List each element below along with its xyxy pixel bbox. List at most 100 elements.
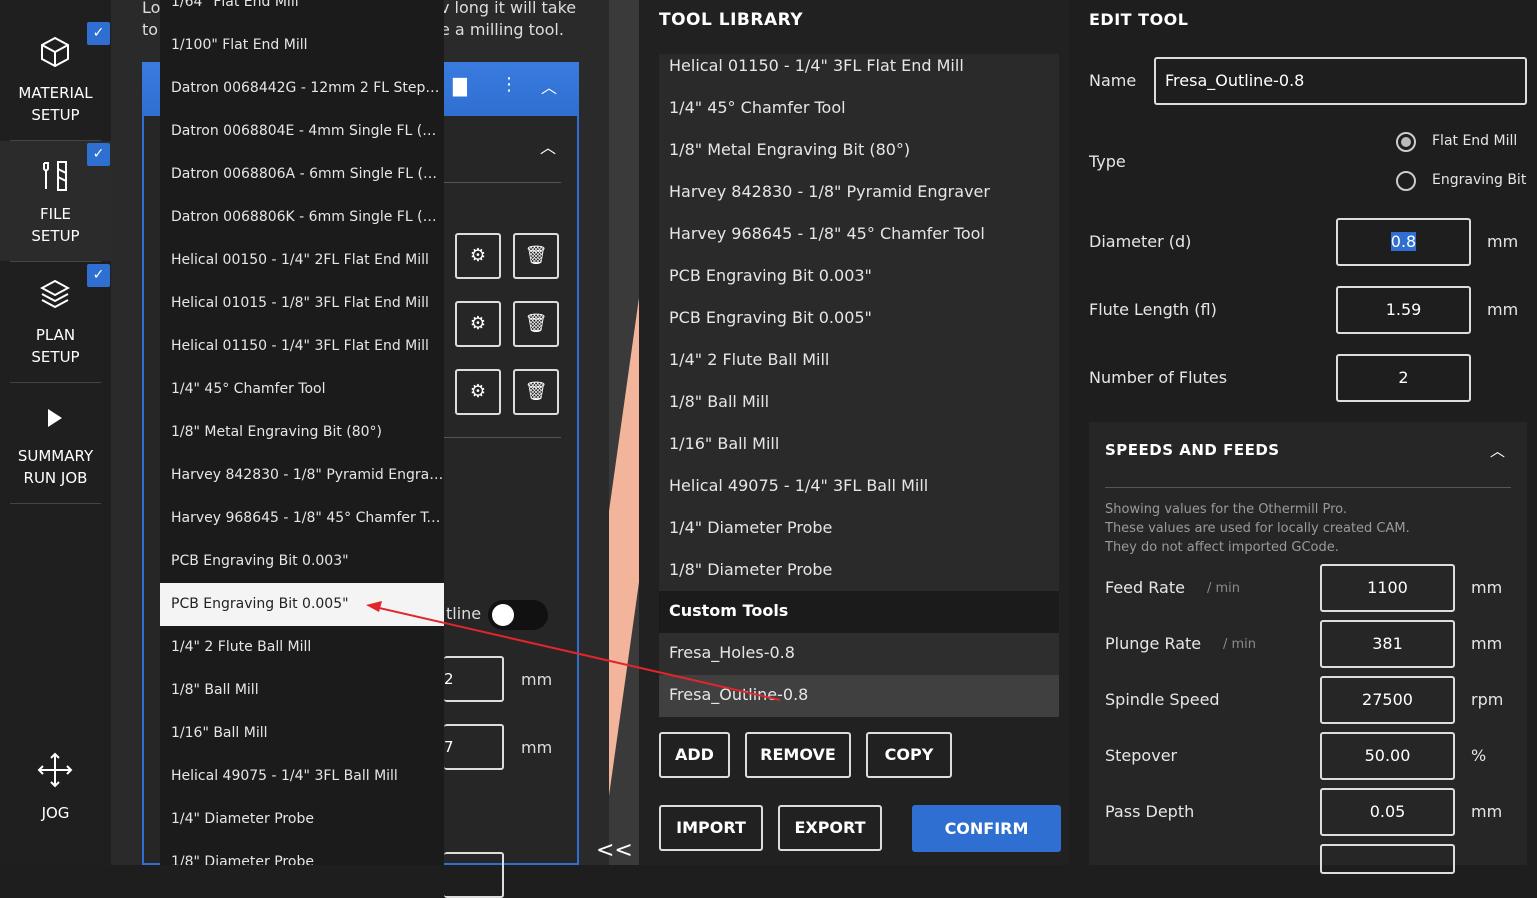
nav-jog-label: JOG: [41, 804, 70, 822]
dropdown-item[interactable]: Helical 49075 - 1/4" 3FL Ball Mill: [160, 755, 444, 798]
bg-input[interactable]: 2: [444, 656, 504, 702]
tool-dropdown-list[interactable]: 1/64" Flat End Mill 1/100" Flat End Mill D…: [160, 0, 444, 865]
tool-library-item[interactable]: Helical 49075 - 1/4" 3FL Ball Mill: [669, 476, 928, 495]
unit-label: mm: [1471, 578, 1503, 597]
custom-tools-header: Custom Tools: [659, 591, 1059, 633]
unit-label: mm: [1471, 802, 1503, 821]
tool-library-item[interactable]: 1/4" 2 Flute Ball Mill: [669, 350, 829, 369]
dropdown-item[interactable]: Harvey 842830 - 1/8" Pyramid Engraver: [160, 454, 444, 497]
copy-button[interactable]: COPY: [866, 732, 952, 778]
dropdown-item[interactable]: 1/8" Metal Engraving Bit (80°): [160, 411, 444, 454]
dropdown-item[interactable]: Helical 00150 - 1/4" 2FL Flat End Mill: [160, 239, 444, 282]
name-field[interactable]: Fresa_Outline-0.8: [1154, 57, 1527, 105]
chevron-up-icon[interactable]: ︿: [540, 134, 556, 158]
radio-label: Engraving Bit: [1432, 172, 1527, 188]
tool-library-item[interactable]: 1/16" Ball Mill: [669, 434, 779, 453]
add-button[interactable]: ADD: [659, 732, 730, 778]
confirm-button[interactable]: CONFIRM: [912, 805, 1061, 852]
unit-label: rpm: [1471, 690, 1504, 709]
nav-material-setup[interactable]: MATERIAL SETUP: [0, 0, 111, 140]
feed-rate-label: Feed Rate: [1105, 578, 1185, 597]
flutes-field[interactable]: 2: [1336, 354, 1471, 402]
plunge-rate-field[interactable]: 381: [1320, 620, 1455, 668]
bg-text: Lo: [142, 0, 161, 17]
chevron-up-icon[interactable]: ︿: [541, 74, 557, 98]
name-label: Name: [1089, 71, 1137, 90]
bg-input[interactable]: 7: [444, 724, 504, 770]
remove-button[interactable]: REMOVE: [745, 732, 851, 778]
custom-tool-item[interactable]: Fresa_Outline-0.8: [659, 675, 1059, 717]
dropdown-item[interactable]: 1/8" Diameter Probe: [160, 841, 444, 865]
stepover-field[interactable]: 50.00: [1320, 732, 1455, 780]
custom-tool-item[interactable]: Fresa_Holes-0.8: [659, 633, 1059, 675]
flutes-label: Number of Flutes: [1089, 368, 1228, 387]
dropdown-item[interactable]: 1/64" Flat End Mill: [160, 0, 444, 24]
per-min-label: / min: [1223, 637, 1257, 652]
flute-length-field[interactable]: 1.59: [1336, 286, 1471, 334]
delete-button[interactable]: 🗑: [513, 233, 559, 279]
delete-button[interactable]: 🗑: [513, 301, 559, 347]
delete-button[interactable]: 🗑: [513, 369, 559, 415]
dropdown-item[interactable]: Datron 0068442G - 12mm 2 FL Stepped: [160, 67, 444, 110]
dropdown-item[interactable]: PCB Engraving Bit 0.005": [160, 583, 444, 626]
unit-label: %: [1471, 746, 1487, 765]
dropdown-item[interactable]: Datron 0068804E - 4mm Single FL (9...: [160, 110, 444, 153]
chevron-up-icon[interactable]: ︿: [1490, 440, 1505, 461]
bg-text: to: [142, 20, 159, 39]
dropdown-item[interactable]: 1/4" 45° Chamfer Tool: [160, 368, 444, 411]
settings-button[interactable]: ⚙: [455, 369, 501, 415]
radio-engraving-bit[interactable]: [1396, 171, 1416, 191]
dropdown-item[interactable]: Helical 01150 - 1/4" 3FL Flat End Mill: [160, 325, 444, 368]
dropdown-item[interactable]: 1/4" Diameter Probe: [160, 798, 444, 841]
3d-viewport[interactable]: [609, 0, 639, 865]
toggle-switch[interactable]: [488, 600, 548, 630]
dropdown-item[interactable]: Datron 0068806A - 6mm Single FL (7...: [160, 153, 444, 196]
dropdown-item[interactable]: 1/8" Ball Mill: [160, 669, 444, 712]
collapse-panel-button[interactable]: <<: [596, 838, 633, 863]
plan-check-icon: ✓: [87, 264, 110, 287]
diameter-field[interactable]: 0.8: [1336, 218, 1471, 266]
tool-library-item[interactable]: 1/8" Metal Engraving Bit (80°): [669, 140, 910, 159]
feed-rate-field[interactable]: 1100: [1320, 564, 1455, 612]
radio-flat-end-mill[interactable]: [1396, 132, 1416, 152]
dropdown-item[interactable]: Harvey 968645 - 1/8" 45° Chamfer Tool: [160, 497, 444, 540]
dropdown-item[interactable]: PCB Engraving Bit 0.003": [160, 540, 444, 583]
type-label: Type: [1089, 152, 1126, 171]
more-vertical-icon[interactable]: ⋮: [500, 74, 518, 95]
per-min-label: / min: [1207, 581, 1241, 596]
tool-library-item[interactable]: PCB Engraving Bit 0.005": [669, 308, 872, 327]
tool-library-item[interactable]: Harvey 842830 - 1/8" Pyramid Engraver: [669, 182, 990, 201]
tool-library-item[interactable]: 1/4" Diameter Probe: [669, 518, 832, 537]
speeds-feeds-title: SPEEDS AND FEEDS: [1105, 441, 1280, 459]
tool-library-item[interactable]: 1/8" Ball Mill: [669, 392, 769, 411]
tool-library-list[interactable]: Helical 01150 - 1/4" 3FL Flat End Mill 1/…: [659, 54, 1059, 591]
pass-depth-field[interactable]: 0.05: [1320, 788, 1455, 836]
nav-summary-run-job[interactable]: SUMMARY RUN JOB: [0, 383, 111, 503]
dropdown-item[interactable]: 1/16" Ball Mill: [160, 712, 444, 755]
side-nav: MATERIAL SETUP ✓ FILE SETUP ✓ PLAN SETUP…: [0, 0, 111, 865]
spindle-speed-field[interactable]: 27500: [1320, 676, 1455, 724]
settings-button[interactable]: ⚙: [455, 233, 501, 279]
dropdown-item[interactable]: 1/100" Flat End Mill: [160, 24, 444, 67]
material-check-icon: ✓: [87, 22, 110, 45]
settings-button[interactable]: ⚙: [455, 301, 501, 347]
import-button[interactable]: IMPORT: [659, 805, 763, 851]
tool-library-item[interactable]: 1/4" 45° Chamfer Tool: [669, 98, 846, 117]
pass-depth-label: Pass Depth: [1105, 802, 1195, 821]
speeds-feeds-note: Showing values for the Othermill Pro. Th…: [1105, 502, 1410, 555]
tool-library-item[interactable]: 1/8" Diameter Probe: [669, 560, 832, 579]
nav-jog[interactable]: JOG: [0, 740, 111, 840]
tool-library-item[interactable]: Harvey 968645 - 1/8" 45° Chamfer Tool: [669, 224, 985, 243]
dropdown-item[interactable]: Datron 0068806K - 6mm Single FL (13...: [160, 196, 444, 239]
bg-input[interactable]: [444, 852, 504, 898]
nav-file-label: FILE SETUP: [31, 205, 80, 245]
extra-field[interactable]: [1320, 844, 1455, 874]
tool-library-item[interactable]: PCB Engraving Bit 0.003": [669, 266, 872, 285]
export-button[interactable]: EXPORT: [778, 805, 882, 851]
folder-icon[interactable]: ▇: [453, 76, 467, 97]
dropdown-item[interactable]: 1/4" 2 Flute Ball Mill: [160, 626, 444, 669]
nav-plan-label: PLAN SETUP: [31, 326, 80, 366]
dropdown-item[interactable]: Helical 01015 - 1/8" 3FL Flat End Mill: [160, 282, 444, 325]
file-check-icon: ✓: [87, 143, 110, 166]
tool-library-item[interactable]: Helical 01150 - 1/4" 3FL Flat End Mill: [669, 56, 964, 75]
